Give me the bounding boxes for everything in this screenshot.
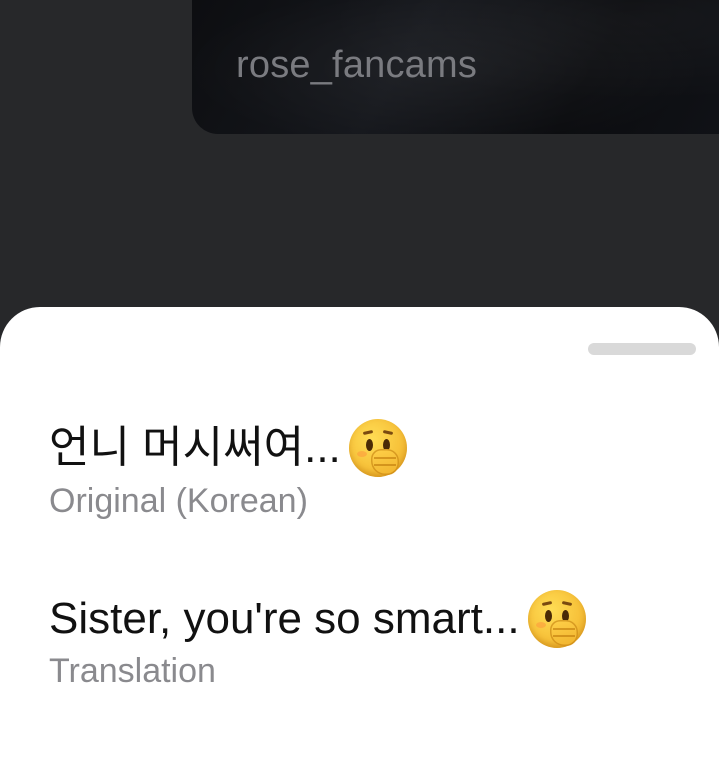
- original-language-label: Original (Korean): [49, 482, 308, 520]
- original-text: 언니 머시써여...: [49, 423, 341, 472]
- screen: rose_fancams 언니 머시써여... Original (Korean…: [0, 0, 719, 779]
- translation-text: Sister, you're so smart...: [49, 594, 520, 643]
- video-username: rose_fancams: [236, 44, 478, 86]
- face-with-hand-over-mouth-icon: [527, 590, 586, 648]
- original-text-row: 언니 머시써여...: [49, 419, 407, 477]
- face-with-hand-over-mouth-icon: [348, 419, 407, 477]
- translation-bottom-sheet: [0, 307, 719, 779]
- translation-label: Translation: [49, 652, 216, 690]
- translation-text-row: Sister, you're so smart...: [49, 590, 586, 648]
- sheet-grabber-handle[interactable]: [588, 343, 696, 355]
